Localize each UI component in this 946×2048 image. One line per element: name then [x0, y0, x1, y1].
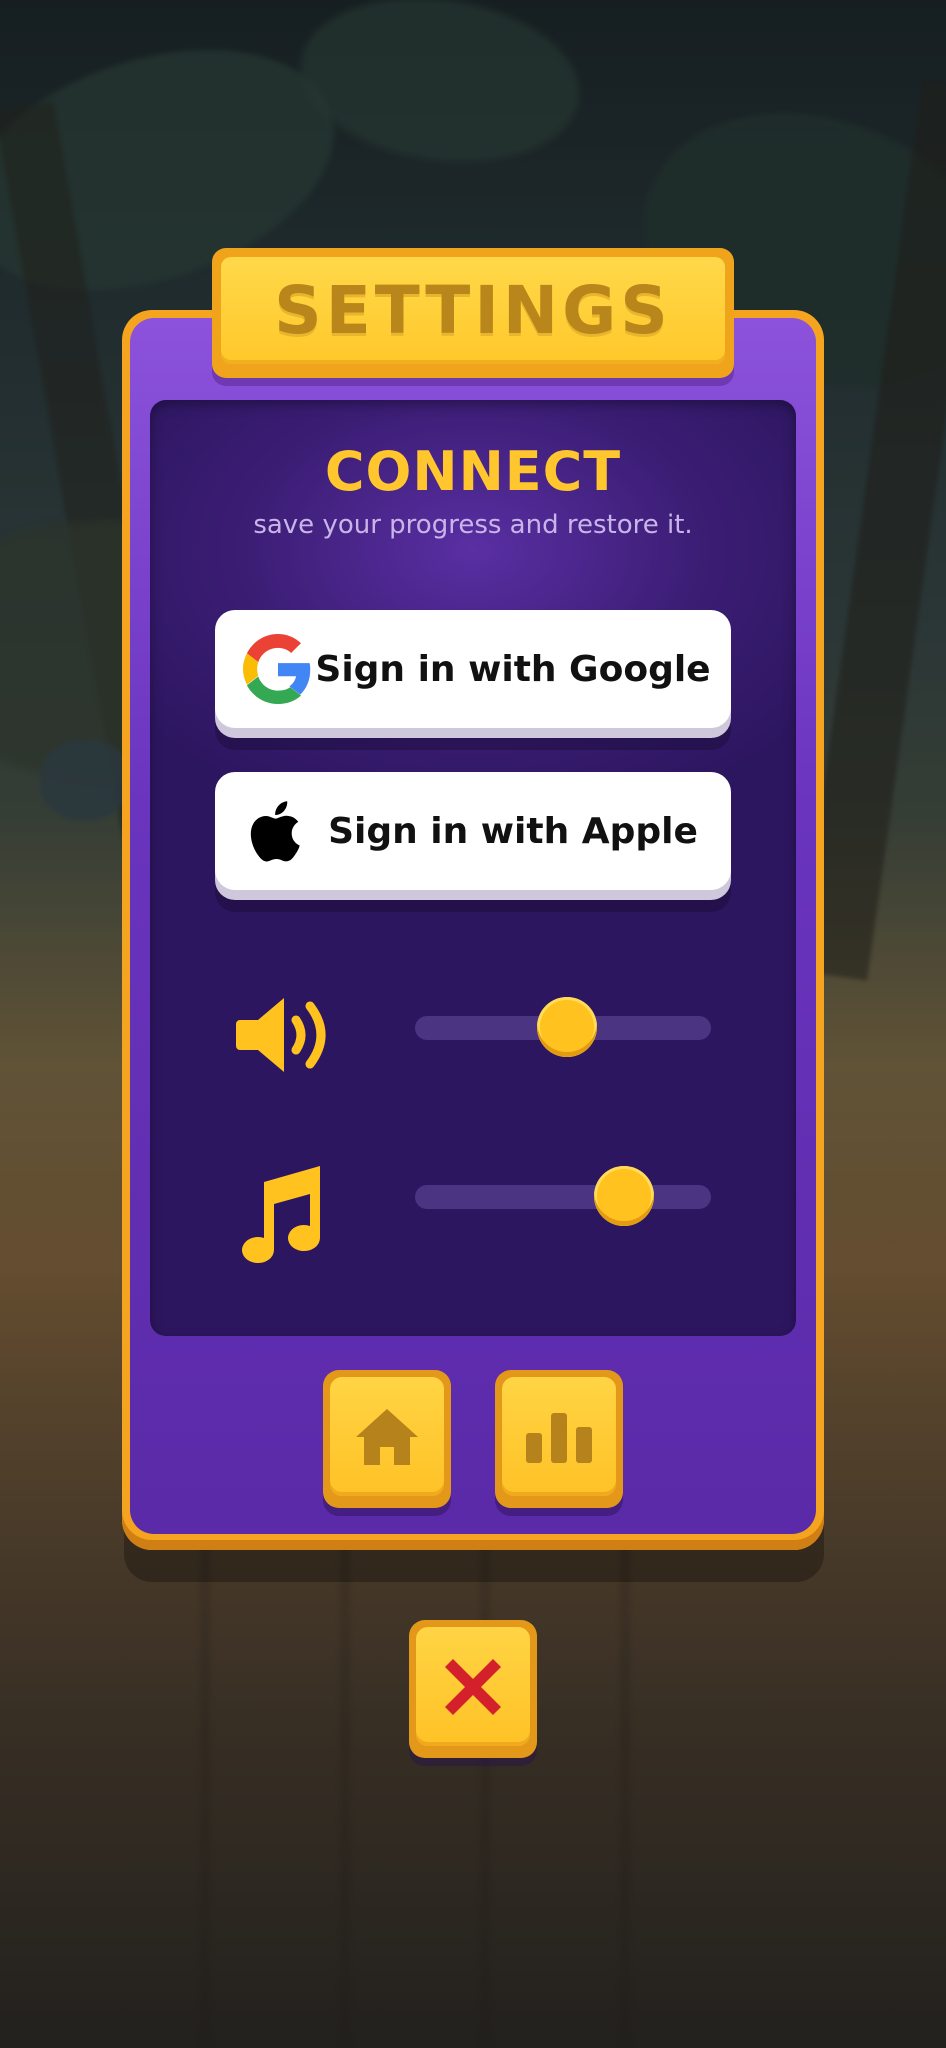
apple-logo-icon: [250, 801, 300, 862]
bar-chart-icon: [526, 1412, 592, 1463]
apple-button-label: Sign in with Apple: [328, 810, 698, 852]
settings-title-banner: SETTINGS: [212, 248, 734, 378]
music-volume-knob[interactable]: [594, 1166, 654, 1226]
google-logo-icon: [243, 634, 311, 704]
stats-button[interactable]: [495, 1370, 623, 1508]
connect-title: CONNECT: [324, 440, 622, 503]
home-button[interactable]: [323, 1370, 451, 1508]
sound-volume-slider[interactable]: [415, 997, 711, 1057]
sound-volume-knob[interactable]: [537, 997, 597, 1057]
sign-in-apple-button[interactable]: Sign in with Apple: [215, 772, 731, 890]
close-icon: [445, 1658, 501, 1715]
connect-subtitle: save your progress and restore it.: [253, 510, 693, 540]
home-icon: [356, 1408, 418, 1465]
music-note-icon: [242, 1166, 321, 1264]
speaker-icon: [236, 998, 326, 1072]
settings-title: SETTINGS: [274, 272, 672, 349]
music-volume-slider[interactable]: [415, 1166, 711, 1226]
close-button[interactable]: [409, 1620, 537, 1758]
google-button-label: Sign in with Google: [315, 648, 711, 690]
sign-in-google-button[interactable]: Sign in with Google: [215, 610, 731, 728]
